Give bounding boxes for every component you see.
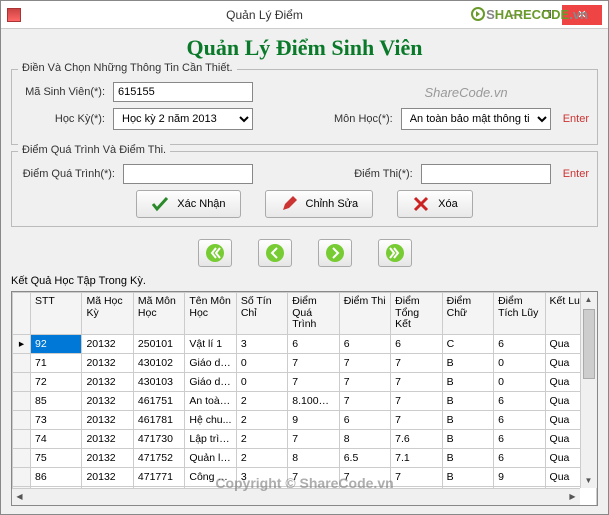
table-row[interactable]: 7320132461781Hệ chu...2967B6Qua xyxy=(13,410,597,429)
student-info-group: Điền Và Chọn Những Thông Tin Cần Thiết. … xyxy=(11,69,598,145)
col-header[interactable]: Mã Môn Học xyxy=(133,293,184,335)
first-icon xyxy=(205,243,225,263)
ma-sv-label: Mã Sinh Viên(*): xyxy=(20,86,105,98)
titlebar: Quản Lý Điểm — ☐ ✕ SHARECODE.vn xyxy=(1,1,608,29)
col-header[interactable]: Mã Học Kỳ xyxy=(82,293,133,335)
content-area: Quản Lý Điểm Sinh Viên Điền Và Chọn Nhữn… xyxy=(1,29,608,514)
col-header[interactable]: STT xyxy=(31,293,82,335)
app-icon xyxy=(7,8,21,22)
hoc-ky-select[interactable]: Học kỳ 2 năm 2013 xyxy=(113,108,253,130)
page-title: Quản Lý Điểm Sinh Viên xyxy=(11,35,598,61)
app-window: Quản Lý Điểm — ☐ ✕ SHARECODE.vn Quản Lý … xyxy=(0,0,609,515)
table-row[interactable]: 7520132471752Quản lý ...286.57.1B6Qua xyxy=(13,448,597,467)
table-row[interactable]: 8520132461751An toàn...28.10000...77B6Qu… xyxy=(13,391,597,410)
edit-button[interactable]: Chỉnh Sửa xyxy=(265,190,374,218)
col-header[interactable]: Số Tín Chỉ xyxy=(236,293,287,335)
dqt-label: Điểm Quá Trình(*): xyxy=(20,168,115,180)
scroll-down-icon[interactable]: ▼ xyxy=(581,473,596,488)
table-row[interactable]: 7220132430103Giáo dụ...0777B0Qua xyxy=(13,372,597,391)
nav-prev-button[interactable] xyxy=(258,239,292,267)
nav-first-button[interactable] xyxy=(198,239,232,267)
scroll-thumb[interactable] xyxy=(583,309,595,379)
col-header[interactable]: Điểm Quá Trình xyxy=(288,293,339,335)
sharecode-watermark: SHARECODE.vn xyxy=(470,6,588,22)
mon-hoc-label: Môn Học(*): xyxy=(328,113,393,125)
next-icon xyxy=(325,243,345,263)
nav-row xyxy=(11,239,598,267)
col-header[interactable]: Điểm Chữ xyxy=(442,293,493,335)
score-group: Điểm Quá Trình Và Điểm Thi. Điểm Quá Trì… xyxy=(11,151,598,227)
vertical-scrollbar[interactable]: ▲ ▼ xyxy=(580,292,597,488)
col-header[interactable]: Điểm Tổng Kết xyxy=(391,293,442,335)
pencil-icon xyxy=(280,195,298,213)
window-title: Quản Lý Điểm xyxy=(27,8,502,22)
scroll-right-icon[interactable]: ▶ xyxy=(565,489,580,504)
confirm-button[interactable]: Xác Nhận xyxy=(136,190,240,218)
table-row[interactable]: 7420132471730Lập trìn...2787.6B6Qua xyxy=(13,429,597,448)
dt-input[interactable] xyxy=(421,164,551,184)
nav-last-button[interactable] xyxy=(378,239,412,267)
nav-next-button[interactable] xyxy=(318,239,352,267)
table-row[interactable]: ▸9220132250101Vật lí 13666C6Qua xyxy=(13,334,597,353)
col-header[interactable]: Điểm Thi xyxy=(339,293,390,335)
enter-link-1[interactable]: Enter xyxy=(563,113,589,125)
results-grid[interactable]: STTMã Học KỳMã Môn HọcTên Môn HọcSố Tín … xyxy=(11,291,598,506)
hoc-ky-label: Học Kỳ(*): xyxy=(20,113,105,125)
table-row[interactable]: 87201324717732777B14Qua xyxy=(13,505,597,506)
prev-icon xyxy=(265,243,285,263)
name-display: ShareCode.vn xyxy=(381,85,551,100)
col-header[interactable]: Tên Môn Học xyxy=(185,293,236,335)
group1-legend: Điền Và Chọn Những Thông Tin Cần Thiết. xyxy=(18,62,237,74)
dqt-input[interactable] xyxy=(123,164,253,184)
x-icon xyxy=(412,195,430,213)
scroll-left-icon[interactable]: ◀ xyxy=(12,489,27,504)
scroll-up-icon[interactable]: ▲ xyxy=(581,292,596,307)
table-row[interactable]: 8620132471771Công n...3777B9Qua xyxy=(13,467,597,486)
ma-sv-input[interactable] xyxy=(113,82,253,102)
last-icon xyxy=(385,243,405,263)
horizontal-scrollbar[interactable]: ◀ ▶ xyxy=(12,488,580,505)
check-icon xyxy=(151,195,169,213)
group2-legend: Điểm Quá Trình Và Điểm Thi. xyxy=(18,144,170,156)
enter-link-2[interactable]: Enter xyxy=(563,168,589,180)
delete-button[interactable]: Xóa xyxy=(397,190,473,218)
mon-hoc-select[interactable]: An toàn bảo mật thông tin xyxy=(401,108,551,130)
table-row[interactable]: 7120132430102Giáo dụ...0777B0Qua xyxy=(13,353,597,372)
results-label: Kết Quả Học Tập Trong Kỳ. xyxy=(11,275,598,287)
col-header[interactable]: Điểm Tích Lũy xyxy=(494,293,545,335)
dt-label: Điểm Thi(*): xyxy=(348,168,413,180)
